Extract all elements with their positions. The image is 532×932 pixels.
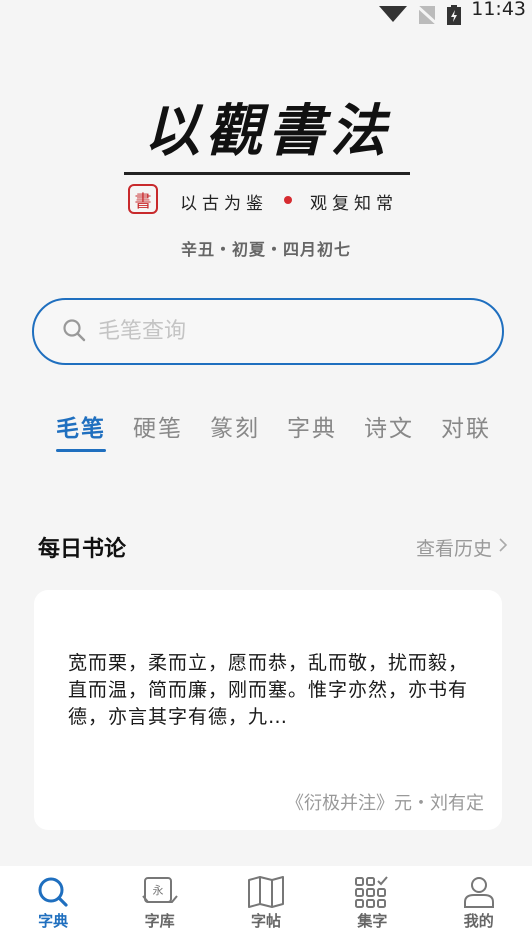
svg-text:永: 永	[152, 883, 163, 897]
section-title: 每日书论	[38, 537, 127, 562]
nav-label: 我的	[463, 912, 494, 930]
brand-logo: 以觀書法	[0, 90, 532, 180]
daily-section-header: 每日书论 查看历史	[38, 532, 508, 562]
no-signal-icon	[416, 4, 439, 28]
grid-collect-icon	[354, 876, 390, 908]
user-icon	[462, 876, 496, 908]
nav-copybook[interactable]: 字帖	[221, 866, 311, 931]
character-library-icon: 永	[141, 876, 178, 908]
quote-source: 《衍极并注》元・刘有定	[286, 793, 484, 814]
seal-icon: 書	[128, 184, 158, 214]
nav-dictionary[interactable]: 字典	[8, 866, 98, 931]
bottom-navigation: 字典 永 字库 字帖 集字 我的	[0, 866, 532, 932]
search-bar[interactable]	[32, 298, 504, 365]
slogan-left: 以古为鉴	[180, 194, 268, 214]
nav-label: 字帖	[250, 912, 281, 930]
tab-poetry[interactable]: 诗文	[364, 412, 414, 452]
nav-label: 集字	[357, 912, 388, 930]
nav-character-library[interactable]: 永 字库	[115, 866, 205, 931]
battery-charging-icon	[447, 5, 462, 29]
tab-couplets[interactable]: 对联	[441, 412, 491, 452]
nav-collect-characters[interactable]: 集字	[327, 866, 417, 931]
view-history-link[interactable]: 查看历史	[416, 534, 508, 561]
chevron-right-icon	[498, 536, 508, 558]
copybook-icon	[247, 876, 285, 908]
slogan-right: 观复知常	[310, 194, 398, 214]
app-screen: 11:43 以觀書法 書 以古为鉴 观复知常 辛丑・初夏・四月初七 毛笔 硬笔 …	[0, 0, 532, 932]
status-time: 11:43	[471, 0, 526, 20]
tab-dictionary[interactable]: 字典	[287, 412, 337, 452]
lunar-date: 辛丑・初夏・四月初七	[180, 240, 351, 259]
search-input[interactable]	[96, 318, 460, 345]
quote-text: 宽而栗，柔而立，愿而恭，乱而敬，扰而毅，直而温，简而廉，刚而塞。惟字亦然，亦书有…	[68, 652, 468, 728]
daily-quote-card[interactable]: 宽而栗，柔而立，愿而恭，乱而敬，扰而毅，直而温，简而廉，刚而塞。惟字亦然，亦书有…	[34, 590, 502, 830]
nav-label: 字典	[38, 912, 69, 930]
slogan-row: 書 以古为鉴 观复知常	[0, 184, 532, 218]
nav-label: 字库	[144, 912, 175, 930]
wifi-icon	[379, 6, 408, 28]
history-label: 查看历史	[415, 537, 492, 560]
status-bar: 11:43	[0, 0, 532, 34]
tab-hard-pen[interactable]: 硬笔	[133, 412, 183, 452]
red-dot-separator	[284, 196, 292, 204]
tab-brush[interactable]: 毛笔	[56, 412, 106, 452]
tab-seal-carving[interactable]: 篆刻	[210, 412, 260, 452]
search-icon	[36, 876, 70, 908]
brand-underline	[124, 172, 410, 175]
brand-title: 以觀書法	[144, 98, 392, 164]
category-tabs: 毛笔 硬笔 篆刻 字典 诗文 对联	[56, 412, 491, 456]
nav-profile[interactable]: 我的	[434, 866, 524, 931]
search-icon	[62, 318, 86, 346]
